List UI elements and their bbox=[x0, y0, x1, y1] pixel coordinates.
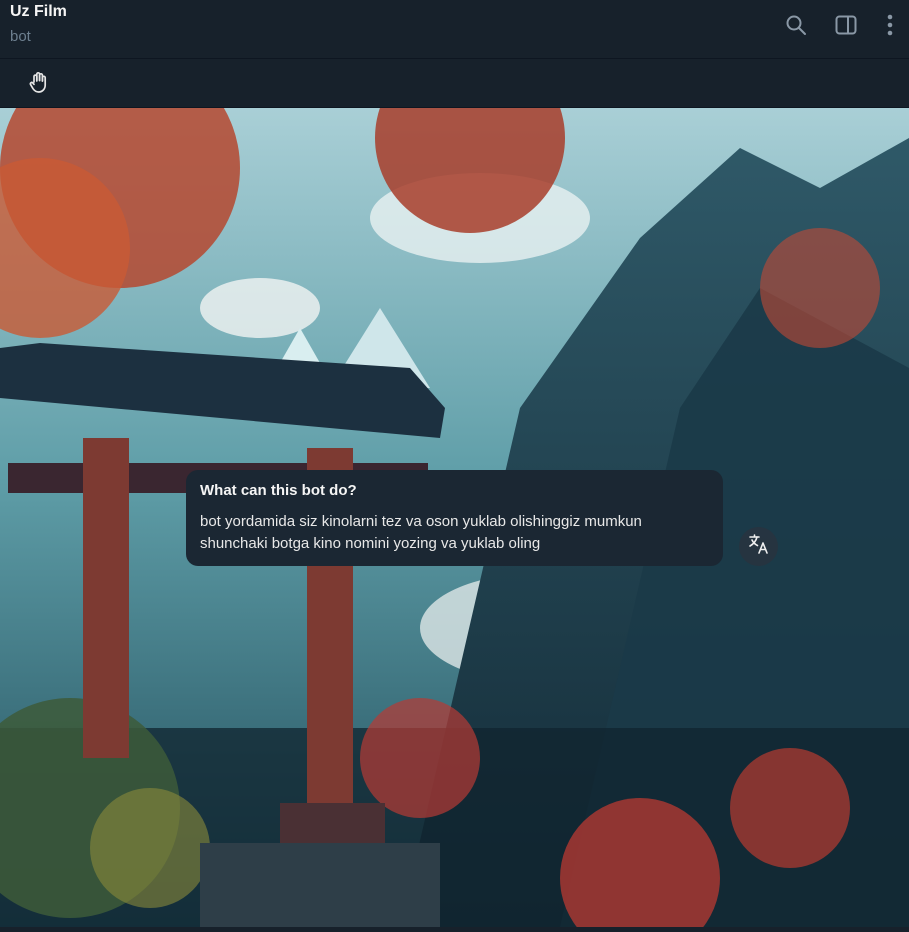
chat-title[interactable]: Uz Film bbox=[10, 3, 67, 21]
bot-description-bubble: What can this bot do? bot yordamida siz … bbox=[186, 470, 723, 566]
search-icon[interactable] bbox=[784, 13, 808, 37]
translate-button[interactable] bbox=[739, 527, 778, 566]
translate-icon bbox=[747, 532, 771, 561]
wave-hand-icon[interactable] bbox=[27, 70, 51, 94]
bot-description-line: bot yordamida siz kinolarni tez va oson … bbox=[200, 513, 642, 530]
chat-subtitle: bot bbox=[10, 28, 31, 45]
bot-description-heading: What can this bot do? bbox=[200, 482, 357, 499]
chat-header: Uz Film bot bbox=[0, 0, 909, 59]
bot-description-line: shunchaki botga kino nomini yozing va yu… bbox=[200, 535, 541, 552]
more-vertical-icon[interactable] bbox=[878, 13, 902, 37]
pinned-bar bbox=[0, 59, 909, 108]
sidebar-toggle-icon[interactable] bbox=[834, 13, 858, 37]
